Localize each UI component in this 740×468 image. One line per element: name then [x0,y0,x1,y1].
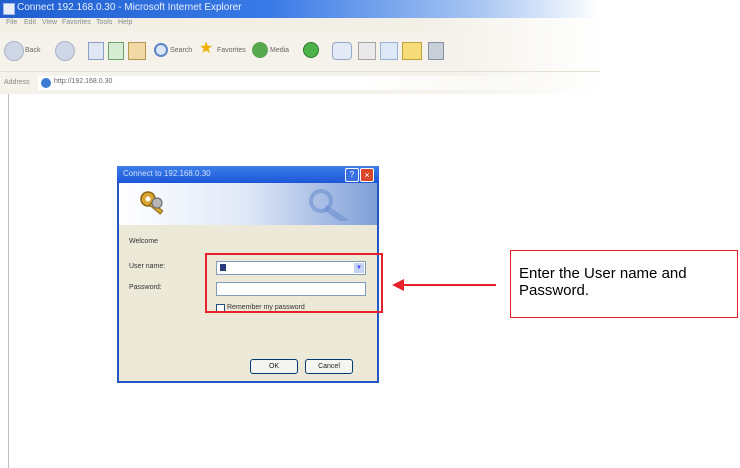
menu-favorites[interactable]: Favorites [62,19,91,26]
favorites-star-icon[interactable]: ★ [199,41,215,57]
menu-view[interactable]: View [42,19,57,26]
menu-tools[interactable]: Tools [96,19,112,26]
callout-text: Enter the User name and Password. [519,265,687,299]
folder-icon[interactable] [402,42,422,60]
dialog-title: Connect to 192.168.0.30 [123,169,211,178]
banner-keys-watermark [309,189,349,221]
media-icon[interactable] [252,42,268,58]
keys-icon [140,191,164,215]
address-bar: Address http://192.168.0.30 [0,71,600,94]
print-icon[interactable] [358,42,376,60]
close-button[interactable]: × [360,168,374,182]
history-icon[interactable] [303,42,319,58]
welcome-text: Welcome [129,238,159,245]
username-label: User name: [129,263,166,270]
callout-box: Enter the User name and Password. [510,250,738,318]
menu-file[interactable]: File [6,19,17,26]
media-label: Media [270,47,290,54]
dialog-banner [119,183,377,225]
menu-help[interactable]: Help [118,19,132,26]
window-border [8,94,9,468]
home-icon[interactable] [128,42,146,60]
title-bar: Connect 192.168.0.30 - Microsoft Interne… [0,0,600,18]
help-button[interactable]: ? [345,168,359,182]
menu-bar: File Edit View Favorites Tools Help [0,18,600,31]
toolbar: Back Search ★ Favorites Media [0,31,600,71]
stop-icon[interactable] [88,42,104,60]
search-label: Search [170,47,193,54]
pointer-arrow-icon [392,279,496,291]
refresh-icon[interactable] [108,42,124,60]
password-label: Password: [129,284,162,291]
ok-button[interactable]: OK [250,359,298,374]
back-label: Back [25,47,41,54]
address-value: http://192.168.0.30 [54,78,113,85]
dialog-title-bar: Connect to 192.168.0.30 ? × [117,166,379,183]
forward-arrow-icon[interactable] [55,41,75,61]
mail-icon[interactable] [332,42,352,60]
address-label: Address [4,79,30,86]
edit-icon[interactable] [380,42,398,60]
ie-icon [3,3,15,15]
highlight-box [205,253,383,313]
cancel-button[interactable]: Cancel [305,359,353,374]
favorites-label: Favorites [217,47,246,54]
menu-edit[interactable]: Edit [24,19,36,26]
messenger-icon[interactable] [428,42,444,60]
search-icon[interactable] [154,43,168,57]
address-input[interactable]: http://192.168.0.30 [38,76,578,90]
page-icon [41,78,51,88]
window-title: Connect 192.168.0.30 - Microsoft Interne… [17,2,242,13]
back-arrow-icon[interactable] [4,41,24,61]
